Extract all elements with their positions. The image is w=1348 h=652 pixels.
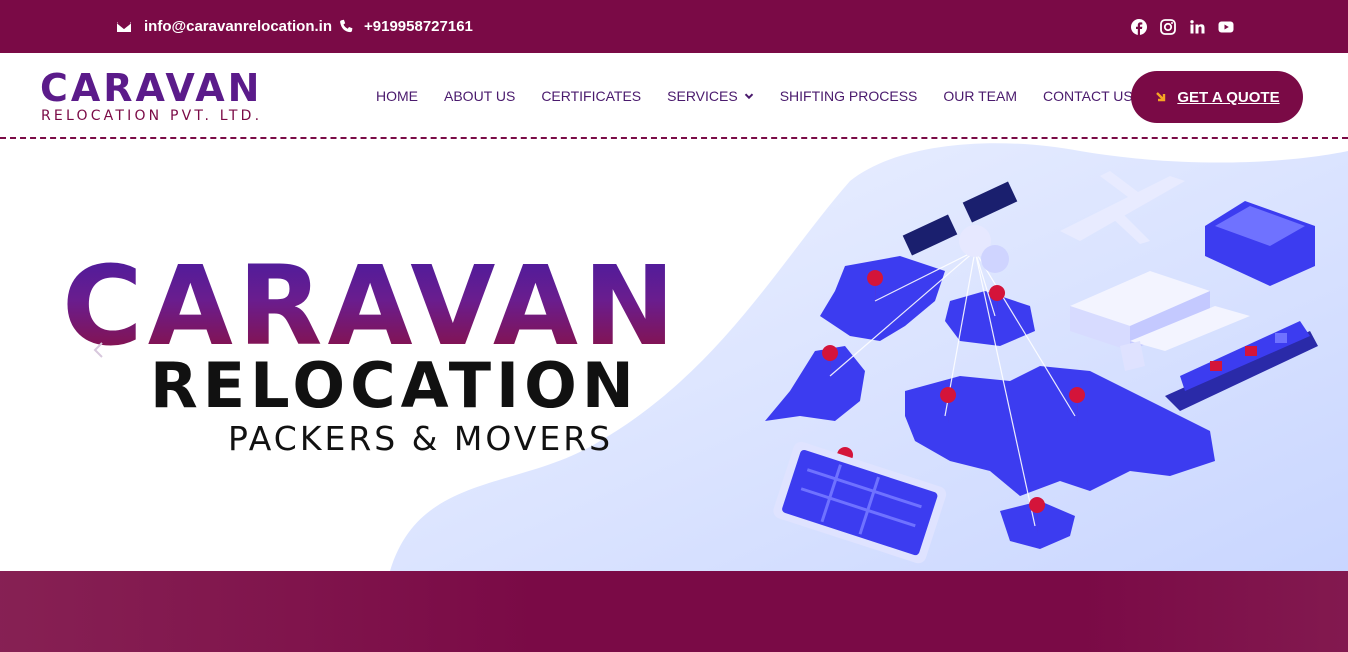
instagram-icon[interactable]	[1160, 18, 1176, 35]
logo-subtitle: RELOCATION PVT. LTD.	[41, 108, 263, 124]
youtube-icon[interactable]	[1218, 19, 1234, 35]
nav-services[interactable]: SERVICES	[667, 88, 754, 104]
nav-home[interactable]: HOME	[376, 88, 418, 104]
nav-our-team[interactable]: OUR TEAM	[943, 88, 1017, 104]
nav-about-label: ABOUT US	[444, 88, 516, 104]
email-text: info@caravanrelocation.in	[144, 18, 333, 35]
nav-about-us[interactable]: ABOUT US	[444, 88, 515, 104]
nav-shifting-label: SHIFTING PROCESS	[779, 88, 918, 104]
section-band	[0, 571, 1348, 652]
nav-certificates[interactable]: CERTIFICATES	[541, 88, 641, 104]
hero-title: CARAVAN	[62, 251, 762, 361]
site-header: CARAVAN RELOCATION PVT. LTD. HOME ABOUT …	[0, 53, 1348, 139]
contact-info: info@caravanrelocation.in +919958727161	[116, 0, 473, 53]
facebook-icon[interactable]	[1131, 18, 1147, 35]
band-overlay	[0, 571, 1348, 652]
hero-banner: CARAVAN RELOCATION PACKERS & MOVERS	[0, 141, 1348, 571]
nav-shifting-process[interactable]: SHIFTING PROCESS	[780, 88, 918, 104]
get-a-quote-label: GET A QUOTE	[1177, 88, 1280, 106]
social-links	[1131, 0, 1234, 53]
phone-text: +919958727161	[364, 18, 473, 35]
hero-logo: CARAVAN RELOCATION PACKERS & MOVERS	[62, 251, 762, 459]
nav-team-label: OUR TEAM	[943, 88, 1018, 104]
nav-contact-us[interactable]: CONTACT US	[1043, 88, 1133, 104]
main-nav: HOME ABOUT US CERTIFICATES SERVICES SHIF…	[376, 53, 1159, 139]
site-logo[interactable]: CARAVAN RELOCATION PVT. LTD.	[40, 66, 302, 128]
logo-brand: CARAVAN	[40, 66, 263, 110]
nav-contact-label: CONTACT US	[1043, 88, 1133, 104]
email-link[interactable]: info@caravanrelocation.in	[116, 18, 332, 35]
nav-services-label: SERVICES	[667, 88, 738, 104]
top-bar: info@caravanrelocation.in +919958727161	[0, 0, 1348, 53]
phone-link[interactable]: +919958727161	[332, 18, 473, 35]
envelope-icon	[117, 21, 131, 32]
linkedin-icon[interactable]	[1189, 19, 1205, 35]
nav-certificates-label: CERTIFICATES	[541, 88, 642, 104]
chevron-left-icon	[93, 342, 103, 358]
hero-tagline: PACKERS & MOVERS	[228, 419, 614, 458]
chevron-down-icon	[744, 93, 753, 100]
get-a-quote-button[interactable]: GET A QUOTE	[1131, 71, 1303, 123]
arrow-down-right-icon	[1156, 92, 1166, 102]
nav-home-label: HOME	[376, 88, 418, 104]
slider-prev-button[interactable]	[88, 339, 110, 361]
phone-icon	[340, 19, 353, 32]
